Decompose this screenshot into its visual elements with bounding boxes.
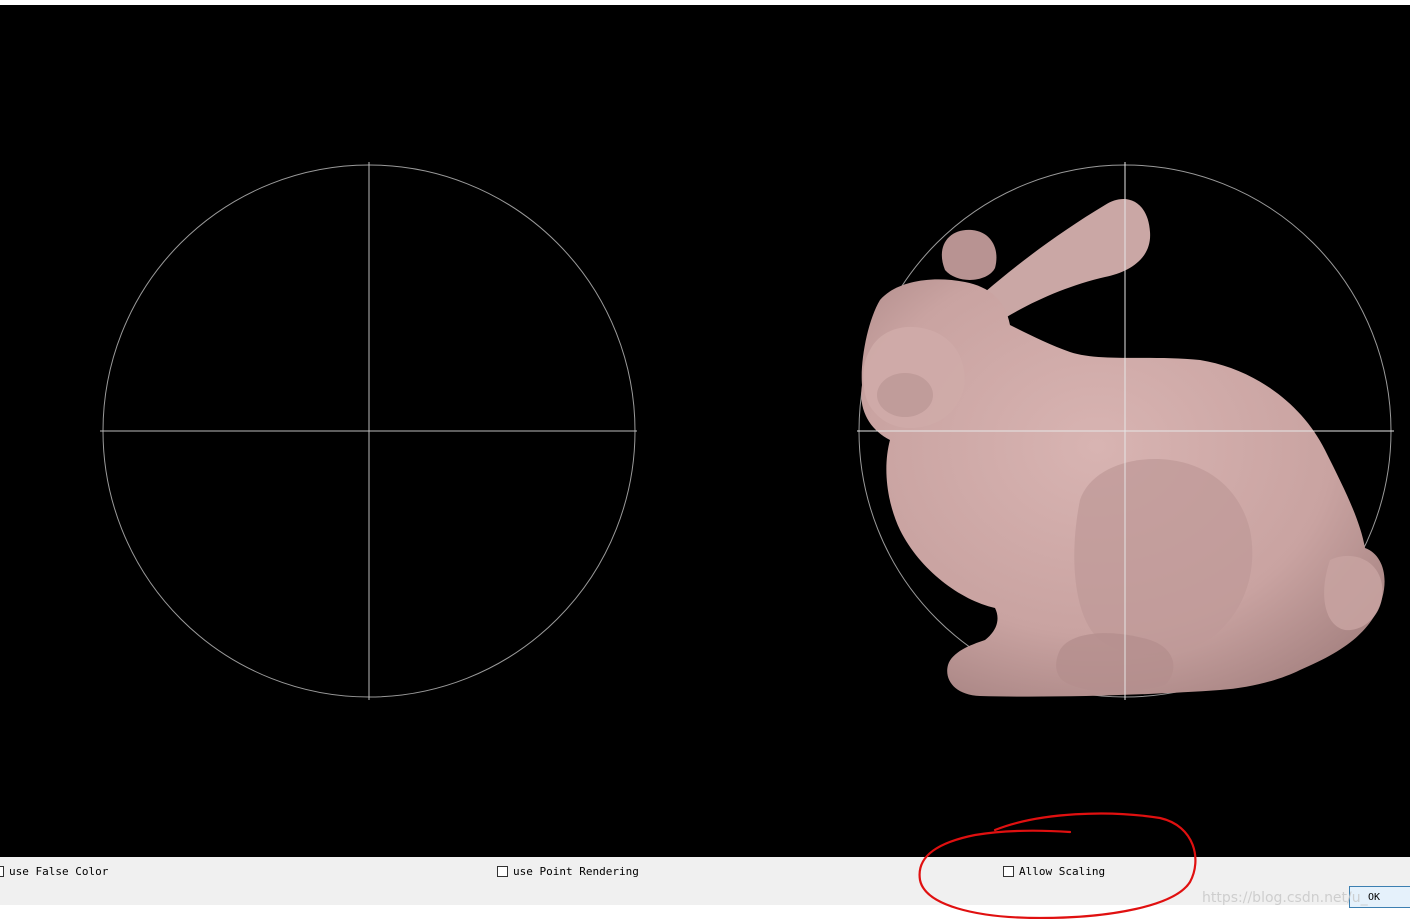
window-bottom-edge (0, 905, 1410, 919)
control-panel (0, 857, 1410, 905)
use-point-rendering-checkbox[interactable]: use Point Rendering (497, 865, 639, 878)
use-false-color-checkbox[interactable]: use False Color (0, 865, 108, 878)
viewport-canvas (100, 162, 1394, 700)
allow-scaling-checkbox-box[interactable] (1003, 866, 1014, 877)
allow-scaling-checkbox[interactable]: Allow Scaling (1003, 865, 1105, 878)
left-trackball[interactable] (100, 162, 637, 700)
use-false-color-label: use False Color (9, 865, 109, 878)
use-point-rendering-label: use Point Rendering (513, 865, 639, 878)
render-viewport[interactable] (0, 5, 1410, 857)
use-false-color-checkbox-box[interactable] (0, 866, 4, 877)
ok-button[interactable]: OK (1349, 886, 1410, 908)
use-point-rendering-checkbox-box[interactable] (497, 866, 508, 877)
ok-button-label: OK (1367, 891, 1381, 903)
allow-scaling-label: Allow Scaling (1019, 865, 1106, 878)
